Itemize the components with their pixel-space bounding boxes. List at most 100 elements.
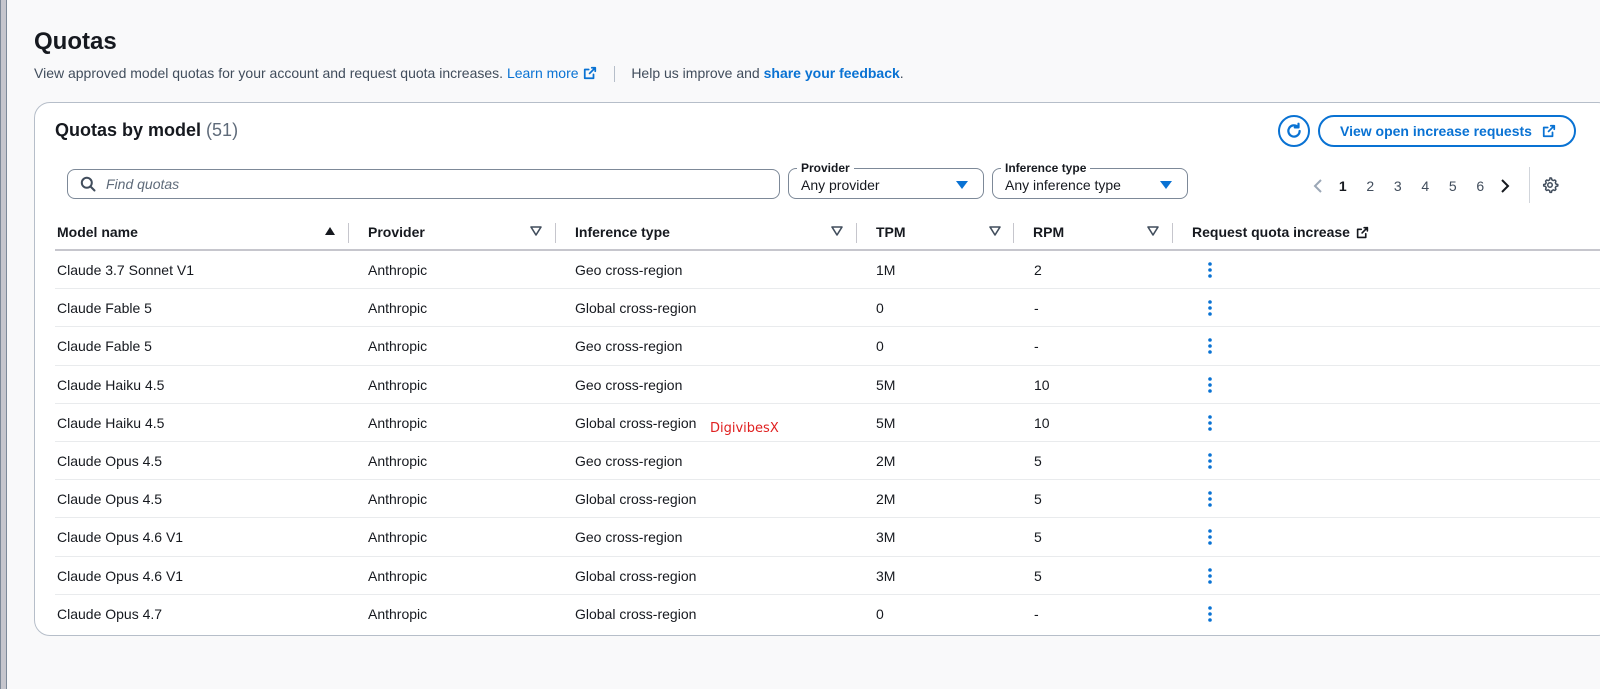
sort-icon[interactable]: [1147, 226, 1159, 236]
table-row: Claude Fable 5 Anthropic Global cross-regi…: [55, 289, 1600, 328]
learn-more-link[interactable]: Learn more: [507, 65, 597, 81]
previous-page-button[interactable]: [1307, 179, 1329, 193]
chevron-left-icon: [1313, 179, 1322, 193]
column-divider: [856, 223, 857, 243]
caret-down-icon: [956, 181, 968, 189]
provider-filter[interactable]: Provider Any provider: [788, 161, 984, 199]
cell-inference: Global cross-region: [575, 491, 697, 508]
next-page-button[interactable]: [1494, 179, 1516, 193]
row-actions-button[interactable]: [1200, 336, 1220, 356]
sort-icon[interactable]: [989, 226, 1001, 236]
cell-model: Claude Opus 4.5: [57, 491, 163, 508]
sort-icon[interactable]: [831, 226, 843, 236]
cell-inference: Geo cross-region: [575, 376, 683, 393]
cell-tpm: 3M: [876, 567, 896, 584]
more-actions-icon: [1208, 338, 1212, 355]
page-2-button[interactable]: 2: [1357, 178, 1385, 194]
external-link-icon: [583, 66, 596, 80]
quotas-container: Quotas by model (51) View open increase …: [34, 102, 1600, 636]
cell-rpm: -: [1034, 605, 1039, 622]
more-actions-icon: [1208, 262, 1212, 278]
cell-provider: Anthropic: [368, 376, 428, 393]
column-header-inference-type[interactable]: Inference type: [575, 215, 849, 249]
refresh-icon: [1287, 122, 1301, 138]
row-actions-button[interactable]: [1200, 566, 1220, 586]
row-actions-button[interactable]: [1200, 527, 1220, 547]
column-label-tpm: TPM: [876, 224, 906, 240]
cell-rpm: 5: [1034, 452, 1042, 469]
sort-icon[interactable]: [530, 226, 542, 236]
table-row: Claude Opus 4.6 V1 Anthropic Global cross-…: [55, 557, 1600, 595]
page-4-button[interactable]: 4: [1412, 178, 1440, 194]
view-open-increase-requests-button[interactable]: View open increase requests: [1318, 115, 1576, 147]
preferences-button[interactable]: [1541, 176, 1559, 199]
column-header-rpm[interactable]: RPM: [1033, 215, 1163, 249]
table-row: Claude Opus 4.6 V1 Anthropic Geo cross-reg…: [55, 518, 1600, 557]
cell-tpm: 2M: [876, 452, 896, 469]
column-divider: [1172, 223, 1173, 243]
cell-tpm: 0: [876, 605, 884, 622]
column-divider: [348, 223, 349, 243]
help-text: Help us improve and: [631, 65, 760, 81]
column-label-request: Request quota increase: [1192, 224, 1350, 240]
search-icon: [80, 176, 96, 192]
column-divider: [555, 223, 556, 243]
row-actions-button[interactable]: [1200, 413, 1220, 433]
feedback-link[interactable]: share your feedback: [764, 65, 900, 81]
column-header-tpm[interactable]: TPM: [876, 215, 1006, 249]
divider: [614, 66, 616, 83]
row-actions-button[interactable]: [1200, 604, 1220, 624]
row-actions-button[interactable]: [1200, 260, 1220, 280]
page-title: Quotas: [34, 28, 117, 55]
cell-rpm: 5: [1034, 491, 1042, 508]
cell-tpm: 5M: [876, 376, 896, 393]
sort-ascending-icon[interactable]: [324, 226, 336, 236]
row-actions-button[interactable]: [1200, 375, 1220, 395]
provider-filter-value: Any provider: [801, 177, 880, 193]
row-actions-button[interactable]: [1200, 298, 1220, 318]
inference-filter-label: Inference type: [1001, 161, 1091, 175]
row-actions-button[interactable]: [1200, 489, 1220, 509]
more-actions-icon: [1208, 414, 1212, 431]
cell-inference: Global cross-region: [575, 567, 697, 584]
page-6-button[interactable]: 6: [1467, 178, 1495, 194]
cell-inference: Global cross-region: [575, 300, 697, 317]
cell-provider: Anthropic: [368, 262, 428, 278]
search-box[interactable]: [67, 169, 780, 199]
row-actions-button[interactable]: [1200, 451, 1220, 471]
page-1-button[interactable]: 1: [1329, 178, 1357, 194]
column-label-provider: Provider: [368, 224, 425, 240]
cell-provider: Anthropic: [368, 529, 428, 546]
column-header-model-name[interactable]: Model name: [57, 215, 342, 249]
page-5-button[interactable]: 5: [1439, 178, 1467, 194]
more-actions-icon: [1208, 529, 1212, 546]
description-text: View approved model quotas for your acco…: [34, 65, 504, 81]
cell-inference: Geo cross-region: [575, 529, 683, 546]
cell-rpm: -: [1034, 338, 1039, 355]
external-link-icon[interactable]: [1356, 226, 1369, 239]
refresh-button[interactable]: [1278, 115, 1310, 147]
cell-rpm: 5: [1034, 529, 1042, 546]
search-input[interactable]: [104, 175, 748, 193]
external-link-icon: [1542, 124, 1556, 138]
container-title: Quotas by model (51): [55, 120, 238, 141]
inference-type-filter[interactable]: Inference type Any inference type: [992, 161, 1188, 199]
cell-rpm: 5: [1034, 567, 1042, 584]
view-requests-label: View open increase requests: [1340, 123, 1532, 139]
cell-rpm: -: [1034, 300, 1039, 317]
quota-count: (51): [206, 120, 239, 140]
cell-model: Claude Fable 5: [57, 338, 152, 355]
settings-icon: [1542, 177, 1559, 194]
cell-tpm: 3M: [876, 529, 896, 546]
cell-provider: Anthropic: [368, 338, 428, 355]
cell-inference: Geo cross-region: [575, 262, 683, 278]
more-actions-icon: [1208, 567, 1212, 584]
cell-tpm: 5M: [876, 414, 896, 431]
column-header-provider[interactable]: Provider: [368, 215, 546, 249]
cell-tpm: 0: [876, 338, 884, 355]
table-row: Claude Haiku 4.5 Anthropic Global cross-re…: [55, 404, 1600, 442]
container-title-text: Quotas by model: [55, 120, 202, 140]
toolbar-divider: [1529, 167, 1530, 203]
table-row: Claude Opus 4.5 Anthropic Geo cross-region…: [55, 442, 1600, 481]
page-3-button[interactable]: 3: [1384, 178, 1412, 194]
